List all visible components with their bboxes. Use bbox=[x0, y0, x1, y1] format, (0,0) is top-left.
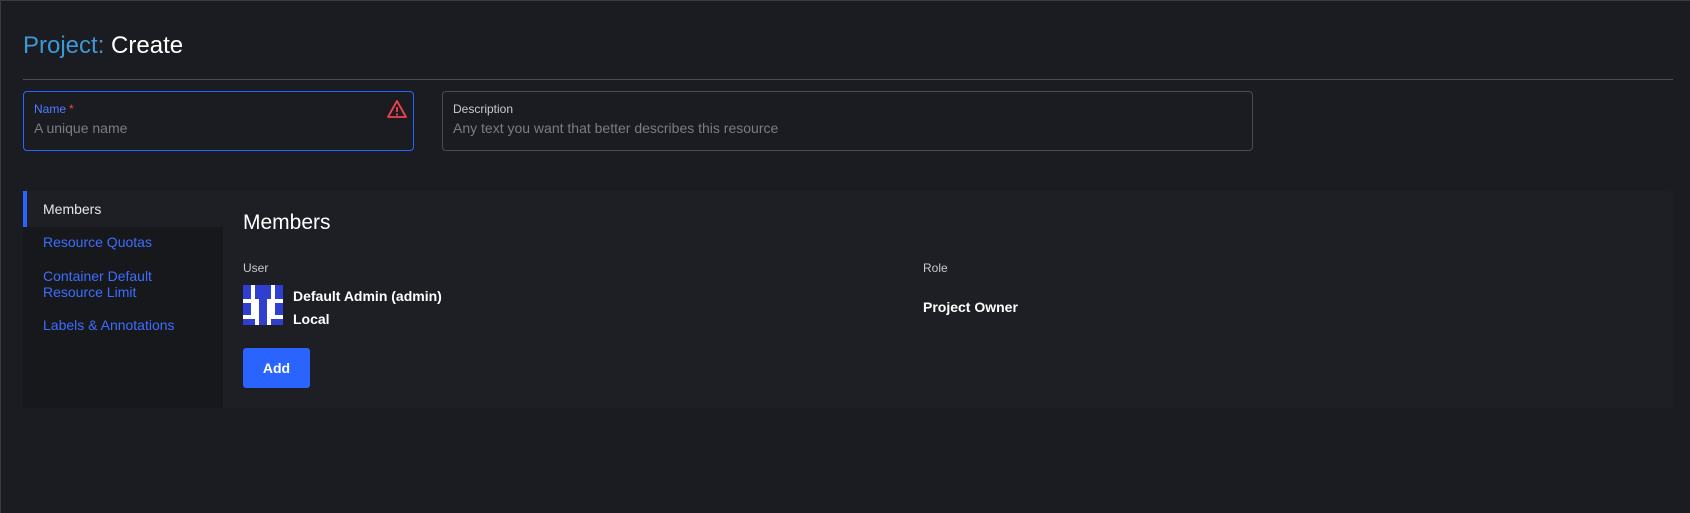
description-input[interactable] bbox=[453, 120, 1212, 136]
member-role: Project Owner bbox=[923, 299, 1018, 315]
column-header-user: User bbox=[243, 261, 269, 275]
name-input[interactable] bbox=[34, 120, 373, 136]
name-label: Name * bbox=[34, 102, 74, 116]
page-title-prefix: Project: bbox=[23, 32, 105, 59]
name-field[interactable]: Name * bbox=[23, 91, 414, 151]
page-title-main: Create bbox=[111, 32, 184, 59]
tab-container-default-resource-limit[interactable]: Container Default Resource Limit bbox=[23, 268, 173, 300]
members-heading: Members bbox=[243, 211, 331, 234]
required-marker: * bbox=[69, 102, 74, 116]
description-label: Description bbox=[453, 102, 514, 116]
column-header-role: Role bbox=[923, 261, 948, 275]
description-field[interactable]: Description bbox=[442, 91, 1253, 151]
tab-labels-annotations[interactable]: Labels & Annotations bbox=[23, 317, 223, 333]
tab-members[interactable]: Members bbox=[23, 191, 223, 227]
add-member-button[interactable]: Add bbox=[243, 348, 310, 388]
warning-icon bbox=[387, 100, 407, 118]
member-user-provider: Local bbox=[293, 311, 330, 327]
member-user-name: Default Admin (admin) bbox=[293, 288, 442, 304]
title-divider bbox=[23, 79, 1673, 80]
side-tabs: Members Resource Quotas Container Defaul… bbox=[23, 191, 223, 408]
avatar bbox=[243, 285, 283, 325]
tab-resource-quotas[interactable]: Resource Quotas bbox=[23, 234, 223, 250]
members-section: Members User Role Default Admin (admin) … bbox=[243, 191, 1673, 408]
tabbed-panel: Members Resource Quotas Container Defaul… bbox=[23, 191, 1673, 408]
project-create-page: Project: Create Name* Description Member… bbox=[0, 0, 1690, 513]
page-title: Project: Create bbox=[23, 31, 183, 61]
